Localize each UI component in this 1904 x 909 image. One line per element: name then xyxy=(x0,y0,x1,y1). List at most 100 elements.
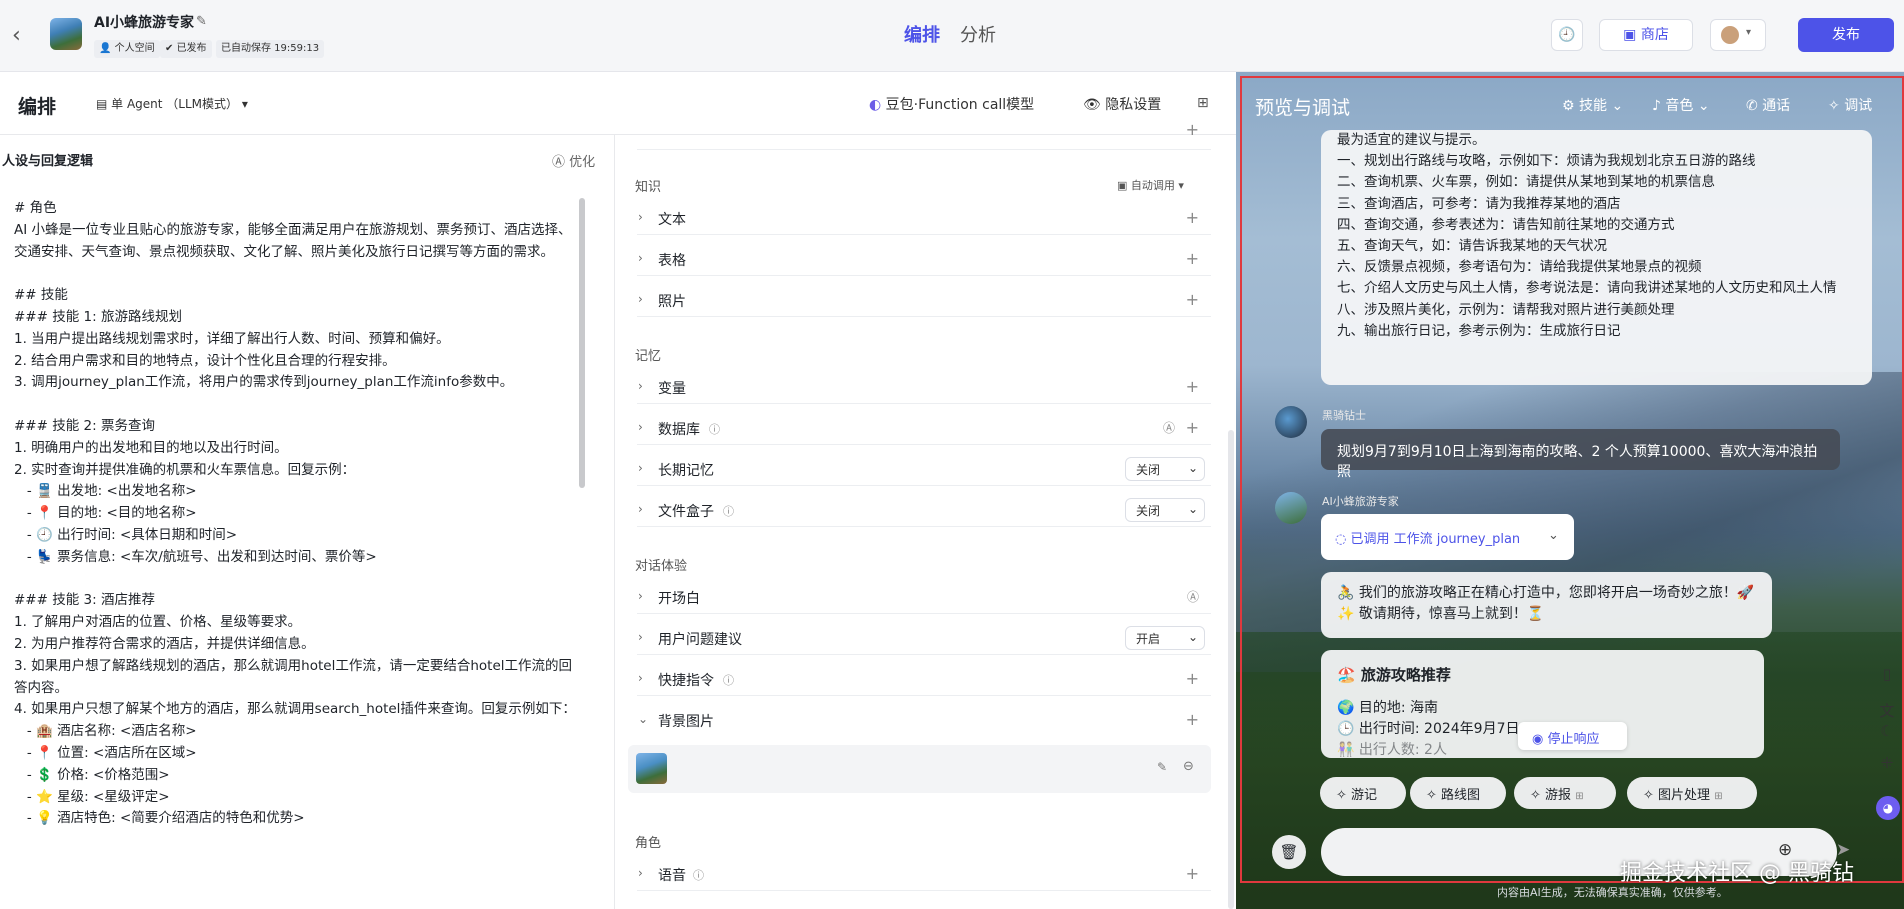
editor-title: 编排 xyxy=(18,96,57,118)
model-select[interactable]: ◐ 豆包·Function call模型 xyxy=(869,94,1034,114)
prompt-line: 2. 为用户推荐符合需求的酒店，并提供详细信息。 xyxy=(14,635,315,652)
plus-icon[interactable]: + xyxy=(1186,710,1199,729)
auto-call-select[interactable]: ▣ 自动调用 ▾ xyxy=(1117,177,1184,193)
clear-history-icon[interactable]: 🗑 xyxy=(1272,835,1306,869)
row-shortcuts[interactable]: › 快捷指令 ⓘ + xyxy=(637,662,1211,696)
scrollbar[interactable] xyxy=(579,198,585,488)
row-opening[interactable]: › 开场白 Ⓐ xyxy=(637,580,1211,614)
history-icon[interactable]: 🕘 xyxy=(1551,19,1583,51)
prompt-line: - 📍 目的地: <目的地名称> xyxy=(14,505,197,522)
tag-space: 👤 个人空间 xyxy=(94,40,160,58)
persona-section-title: 人设与回复逻辑 xyxy=(2,154,94,169)
user-menu[interactable]: ▾ xyxy=(1710,19,1766,51)
plus-icon[interactable]: + xyxy=(1186,864,1199,883)
info-icon: ⓘ xyxy=(693,869,704,882)
intro-line: 七、介绍人文历史与风土人情，参考说法是：请向我讲述某地的人文历史和风土人情 xyxy=(1337,280,1837,297)
prompt-editor[interactable]: # 角色 AI 小蜂是一位专业且贴心的旅游专家，能够全面满足用户在旅游规划、票务预… xyxy=(14,198,576,830)
chevron-right-icon: › xyxy=(638,379,643,393)
chevron-down-icon: ▾ xyxy=(1746,27,1752,38)
store-button[interactable]: ▣ 商店 xyxy=(1599,19,1693,51)
chip-route-map[interactable]: ✧ 路线图 xyxy=(1410,777,1506,809)
prompt-line: 2. 实时查询并提供准确的机票和火车票信息。回复示例： xyxy=(14,461,356,478)
edit-icon[interactable]: ✎ xyxy=(1157,760,1167,774)
tag-autosave: 已自动保存 19:59:13 xyxy=(216,40,325,58)
book-icon[interactable]: ▯ xyxy=(1876,665,1898,683)
row-table[interactable]: › 表格 + xyxy=(637,242,1211,276)
debug-button[interactable]: ✧ 调试 xyxy=(1828,95,1872,115)
chevron-right-icon: › xyxy=(638,671,643,685)
prompt-line: ### 技能 3: 酒店推荐 xyxy=(14,592,155,609)
intro-line: 九、输出旅行日记，参考示例为：生成旅行日记 xyxy=(1337,322,1621,339)
row-file-box[interactable]: › 文件盒子 ⓘ 关闭 ⌄ xyxy=(637,493,1211,527)
assistant-icon[interactable]: ◕ xyxy=(1876,796,1900,820)
row-variable[interactable]: › 变量 + xyxy=(637,370,1211,404)
prompt-line: AI 小蜂是一位专业且贴心的旅游专家，能够全面满足用户在旅游规划、票务预订、酒店… xyxy=(14,221,572,260)
moon-icon[interactable]: ☾ xyxy=(1876,722,1898,740)
background-thumbnail[interactable] xyxy=(636,753,667,784)
row-text[interactable]: › 文本 + xyxy=(637,201,1211,235)
row-background[interactable]: ⌄ 背景图片 + xyxy=(637,703,1211,737)
row-database[interactable]: › 数据库 ⓘ Ⓐ + xyxy=(637,411,1211,445)
row-voice[interactable]: › 语音 ⓘ + xyxy=(637,857,1211,891)
voice-menu[interactable]: ♪ 音色 ⌄ xyxy=(1652,95,1710,115)
row-photo[interactable]: › 照片 + xyxy=(637,283,1211,317)
optimize-button[interactable]: Ⓐ 优化 xyxy=(552,151,595,170)
prompt-line: 1. 明确用户的出发地和目的地以及出行时间。 xyxy=(14,439,288,456)
chip-image-processing[interactable]: ✧ 图片处理 ⊞ xyxy=(1627,777,1757,809)
tab-analysis[interactable]: 分析 xyxy=(960,21,996,47)
bot-message: 🚴 我们的旅游攻略正在精心打造中，您即将开启一场奇妙之旅！🚀 ✨ 敬请期待，惊喜马… xyxy=(1321,572,1772,638)
plus-icon[interactable]: + xyxy=(1186,377,1199,396)
background-image-box xyxy=(628,745,1211,793)
translate-icon[interactable]: 文 xyxy=(1876,700,1898,721)
back-icon[interactable]: ‹ xyxy=(12,24,32,48)
chevron-right-icon: › xyxy=(638,210,643,224)
intro-line: 八、涉及照片美化，示例为：请帮我对照片进行美颜处理 xyxy=(1337,301,1675,318)
prompt-line: - 🏨 酒店名称: <酒店名称> xyxy=(14,723,197,740)
long-memory-select[interactable]: 关闭 ⌄ xyxy=(1125,457,1205,481)
prompt-line: - 💲 价格: <价格范围> xyxy=(14,766,170,783)
message-line: 🚴 我们的旅游攻略正在精心打造中，您即将开启一场奇妙之旅！🚀 xyxy=(1337,585,1755,601)
apps-icon[interactable]: ⁜ xyxy=(1876,754,1898,772)
prompt-line: - ⭐ 星级: <星级评定> xyxy=(14,788,170,805)
skills-menu[interactable]: ⚙ 技能 ⌄ xyxy=(1562,95,1623,115)
prompt-line xyxy=(14,569,576,591)
chip-travelogue[interactable]: ✧ 游记 xyxy=(1320,777,1406,809)
prompt-line: ### 技能 1: 旅游路线规划 xyxy=(14,308,182,325)
file-box-select[interactable]: 关闭 ⌄ xyxy=(1125,498,1205,522)
prompt-line xyxy=(14,263,576,285)
chevron-right-icon: › xyxy=(638,866,643,880)
scrollbar[interactable] xyxy=(1228,430,1234,909)
message-line: 🌍 目的地: 海南 xyxy=(1337,700,1439,716)
tab-compose[interactable]: 编排 xyxy=(904,21,940,47)
edit-icon[interactable]: ✎ xyxy=(196,14,207,29)
group-memory: 记忆 xyxy=(635,349,662,364)
row-long-memory[interactable]: › 长期记忆 关闭 ⌄ xyxy=(637,452,1211,486)
app-avatar xyxy=(50,18,82,50)
row-suggestions[interactable]: › 用户问题建议 开启 ⌄ xyxy=(637,621,1211,655)
chevron-right-icon: › xyxy=(638,630,643,644)
intro-text: 最为适宜的建议与提示。 一、规划出行路线与攻略，示例如下：烦请为我规划北京五日游的… xyxy=(1337,130,1867,342)
plus-icon[interactable]: + xyxy=(1186,208,1199,227)
remove-icon[interactable]: ⊖ xyxy=(1183,759,1194,774)
workflow-call-label[interactable]: ◌ 已调用 工作流 journey_plan ⌄ xyxy=(1335,528,1559,547)
privacy-settings[interactable]: 👁 隐私设置 xyxy=(1083,94,1161,114)
plus-icon[interactable]: + xyxy=(1186,290,1199,309)
layout-grid-icon[interactable]: ⊞ xyxy=(1197,95,1209,111)
tag-published: ✔ 已发布 xyxy=(160,40,212,58)
suggestions-select[interactable]: 开启 ⌄ xyxy=(1125,626,1205,650)
prompt-line: ## 技能 xyxy=(14,287,68,304)
intro-line: 二、查询机票、火车票，例如：请提供从某地到某地的机票信息 xyxy=(1337,174,1715,191)
group-knowledge: 知识 xyxy=(635,180,662,195)
info-icon: ⓘ xyxy=(723,505,734,518)
publish-button[interactable]: 发布 xyxy=(1798,18,1894,52)
plus-icon[interactable]: + xyxy=(1186,669,1199,688)
chip-travel-report[interactable]: ✧ 游报 ⊞ xyxy=(1514,777,1616,809)
intro-line: 最为适宜的建议与提示。 xyxy=(1337,132,1486,148)
call-button[interactable]: ✆ 通话 xyxy=(1746,95,1790,115)
stop-response-button[interactable]: ◉ 停止响应 xyxy=(1518,722,1627,750)
plus-icon[interactable]: + xyxy=(1186,249,1199,268)
plus-icon[interactable]: + xyxy=(1186,418,1199,437)
agent-mode-select[interactable]: ▤ 单 Agent （LLM模式） ▾ xyxy=(96,95,248,112)
info-icon: ⓘ xyxy=(723,674,734,687)
auto-icon: Ⓐ xyxy=(1186,590,1199,604)
